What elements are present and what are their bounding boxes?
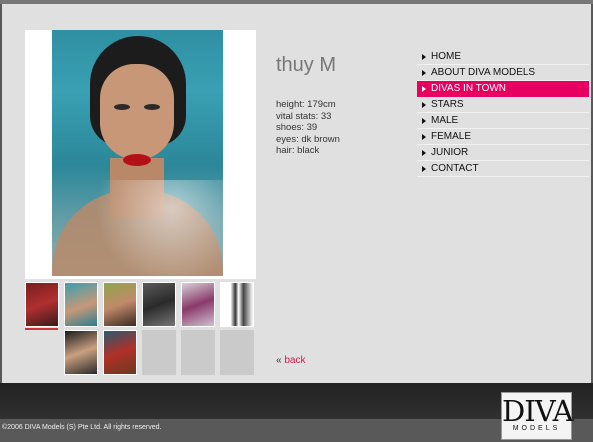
stat-height: height: 179cm xyxy=(276,99,336,110)
stat-hair: hair: black xyxy=(276,145,320,156)
stat-shoes: shoes: 39 xyxy=(276,122,318,133)
nav-item-label: STARS xyxy=(431,99,464,110)
nav-item-male[interactable]: MALE xyxy=(417,113,589,129)
arrow-right-icon xyxy=(422,166,426,172)
arrow-right-icon xyxy=(422,150,426,156)
copyright-text: ©2006 DIVA Models (S) Pte Ltd. All right… xyxy=(2,424,162,431)
nav-item-label: JUNIOR xyxy=(431,147,469,158)
thumbnail-7[interactable] xyxy=(64,330,98,375)
arrow-right-icon xyxy=(422,134,426,140)
nav-item-label: ABOUT DIVA MODELS xyxy=(431,67,536,78)
nav-item-label: FEMALE xyxy=(431,131,472,142)
nav-item-female[interactable]: FEMALE xyxy=(417,129,589,145)
back-link[interactable]: back xyxy=(284,355,305,366)
nav-item-label: HOME xyxy=(431,51,461,62)
nav-item-home[interactable]: HOME xyxy=(417,49,589,65)
thumbnail-2[interactable] xyxy=(64,282,98,327)
stat-eyes: eyes: dk brown xyxy=(276,133,340,145)
stat-vital-stats: vital stats: 33 xyxy=(276,110,332,122)
arrow-right-icon xyxy=(422,102,426,108)
thumbnail-8[interactable] xyxy=(103,330,137,375)
model-name: thuy M xyxy=(276,54,337,76)
back-area: « back xyxy=(276,355,305,366)
thumbnail-empty-2 xyxy=(181,330,215,375)
nav-item-stars[interactable]: STARS xyxy=(417,97,589,113)
thumbnail-1[interactable] xyxy=(25,282,59,327)
main-photo xyxy=(52,30,223,276)
logo-wordmark: DIVA xyxy=(502,394,574,428)
nav-item-about-diva-models[interactable]: ABOUT DIVA MODELS xyxy=(417,65,589,81)
arrow-right-icon xyxy=(422,70,426,76)
nav-item-label: CONTACT xyxy=(431,163,479,174)
model-stats: height: 179cm vital stats: 33 shoes: 39 … xyxy=(276,99,340,157)
nav-item-divas-in-town[interactable]: DIVAS IN TOWN xyxy=(417,81,589,97)
nav-item-label: DIVAS IN TOWN xyxy=(431,83,507,94)
back-prefix: « xyxy=(276,355,282,366)
thumbnail-6[interactable] xyxy=(220,282,254,327)
thumbnail-empty-3 xyxy=(220,330,254,375)
arrow-right-icon xyxy=(422,54,426,60)
arrow-right-icon xyxy=(422,86,426,92)
diva-models-logo[interactable]: DIVA MODELS xyxy=(501,392,574,440)
nav-item-contact[interactable]: CONTACT xyxy=(417,161,589,177)
arrow-right-icon xyxy=(422,118,426,124)
main-nav: HOME ABOUT DIVA MODELS DIVAS IN TOWN STA… xyxy=(417,49,589,177)
thumbnail-empty-1 xyxy=(142,330,176,375)
thumbnail-4[interactable] xyxy=(142,282,176,327)
thumbnail-selected-indicator xyxy=(25,328,58,330)
nav-item-label: MALE xyxy=(431,115,459,126)
nav-item-junior[interactable]: JUNIOR xyxy=(417,145,589,161)
thumbnail-3[interactable] xyxy=(103,282,137,327)
thumbnail-5[interactable] xyxy=(181,282,215,327)
